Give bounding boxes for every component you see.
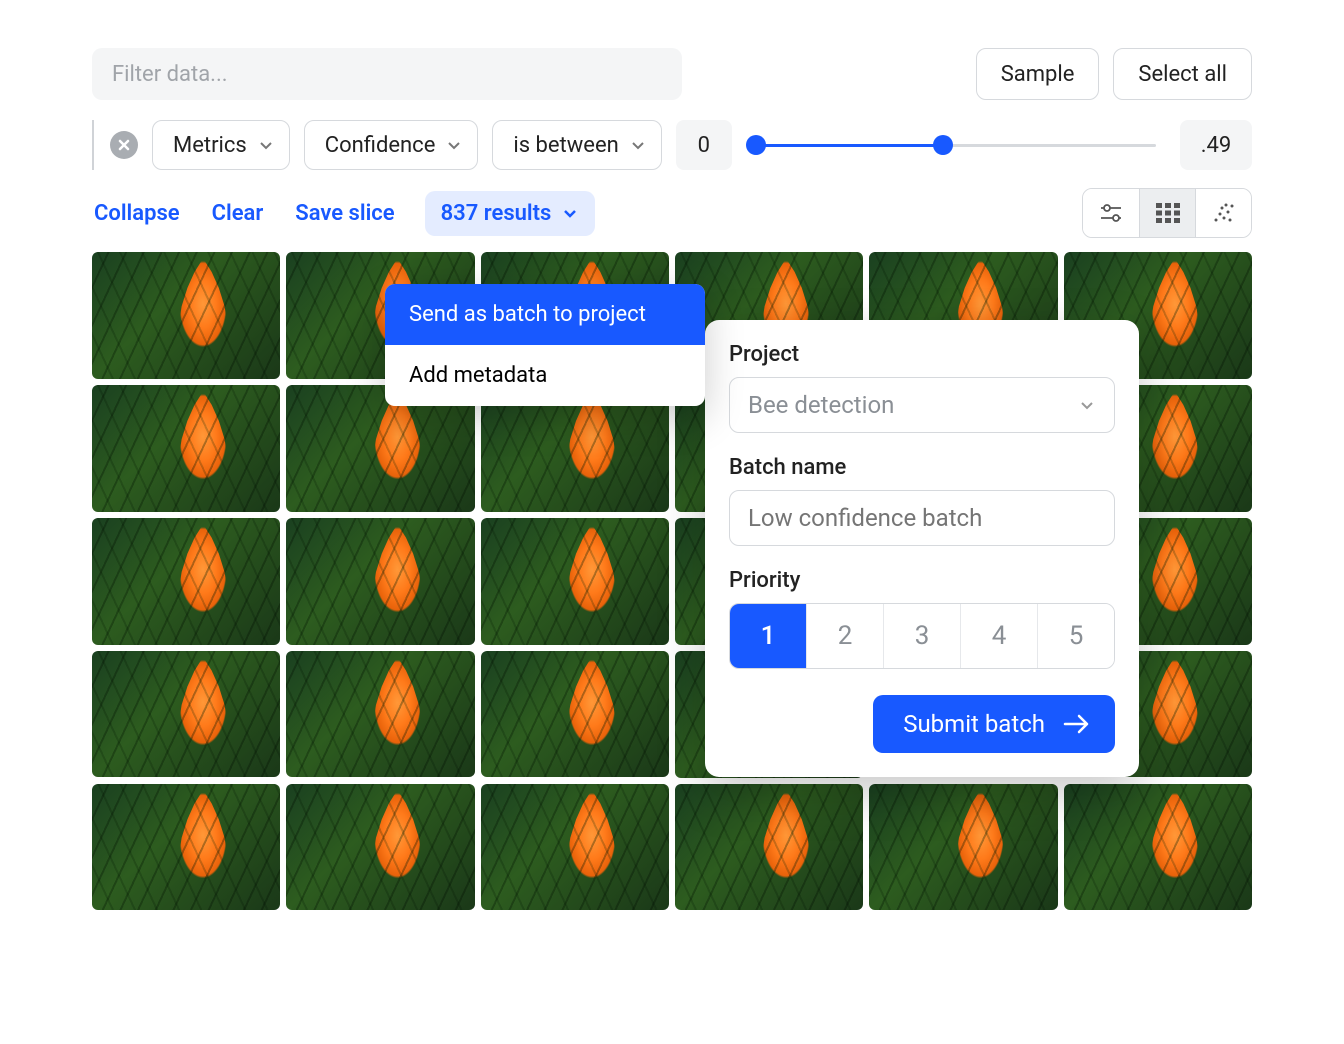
ctx-add-metadata[interactable]: Add metadata: [385, 345, 705, 406]
submit-label: Submit batch: [903, 710, 1045, 738]
submit-batch-button[interactable]: Submit batch: [873, 695, 1115, 753]
top-row: Sample Select all: [92, 48, 1252, 100]
batch-name-input[interactable]: [729, 490, 1115, 546]
chevron-down-icon: [561, 204, 579, 222]
confidence-label: Confidence: [325, 133, 436, 158]
action-row: Collapse Clear Save slice 837 results: [92, 188, 1252, 238]
clear-filter-icon[interactable]: [110, 131, 138, 159]
app-container: Sample Select all Metrics Confidence is …: [48, 20, 1296, 972]
grid-thumbnail[interactable]: [481, 784, 669, 911]
collapse-button[interactable]: Collapse: [92, 193, 182, 234]
save-slice-button[interactable]: Save slice: [293, 193, 396, 234]
metrics-label: Metrics: [173, 133, 247, 158]
ctx-send-batch[interactable]: Send as batch to project: [385, 284, 705, 345]
chevron-down-icon: [445, 136, 463, 154]
grid-thumbnail[interactable]: [481, 651, 669, 778]
results-dropdown[interactable]: 837 results: [425, 191, 596, 236]
slider-fill: [756, 144, 949, 147]
grid-thumbnail[interactable]: [481, 518, 669, 645]
grid-thumbnail[interactable]: [286, 651, 474, 778]
operator-dropdown[interactable]: is between: [492, 120, 661, 170]
select-all-button[interactable]: Select all: [1113, 48, 1252, 100]
grid-thumbnail[interactable]: [286, 518, 474, 645]
grid-thumbnail[interactable]: [1064, 784, 1252, 911]
confidence-dropdown[interactable]: Confidence: [304, 120, 479, 170]
batch-name-label: Batch name: [729, 455, 1115, 480]
grid-thumbnail[interactable]: [92, 252, 280, 379]
sample-button[interactable]: Sample: [976, 48, 1100, 100]
grid-thumbnail[interactable]: [92, 651, 280, 778]
view-toggle-group: [1082, 188, 1252, 238]
priority-1[interactable]: 1: [730, 604, 806, 668]
metrics-dropdown[interactable]: Metrics: [152, 120, 290, 170]
slider-thumb-max[interactable]: [933, 135, 953, 155]
chevron-down-icon: [629, 136, 647, 154]
grid-thumbnail[interactable]: [675, 784, 863, 911]
arrow-right-icon: [1063, 713, 1091, 735]
slider-thumb-min[interactable]: [746, 135, 766, 155]
grid-thumbnail[interactable]: [92, 518, 280, 645]
priority-label: Priority: [729, 568, 1115, 593]
chevron-down-icon: [1078, 396, 1096, 414]
project-value: Bee detection: [748, 391, 894, 419]
scatter-icon: [1212, 202, 1236, 224]
grid-icon: [1156, 203, 1180, 223]
priority-4[interactable]: 4: [960, 604, 1037, 668]
grid-thumbnail[interactable]: [869, 784, 1057, 911]
context-menu: Send as batch to project Add metadata: [385, 284, 705, 406]
range-max-input[interactable]: [1180, 120, 1252, 170]
grid-thumbnail[interactable]: [286, 784, 474, 911]
sliders-view-button[interactable]: [1083, 189, 1139, 237]
project-label: Project: [729, 342, 1115, 367]
grid-thumbnail[interactable]: [92, 784, 280, 911]
sliders-icon: [1098, 202, 1124, 224]
range-min-input[interactable]: [676, 120, 732, 170]
clear-button[interactable]: Clear: [210, 193, 266, 234]
priority-2[interactable]: 2: [806, 604, 883, 668]
results-count: 837 results: [441, 201, 552, 226]
project-select[interactable]: Bee detection: [729, 377, 1115, 433]
grid-view-button[interactable]: [1139, 189, 1195, 237]
range-slider[interactable]: [746, 120, 1166, 170]
scatter-view-button[interactable]: [1195, 189, 1251, 237]
grid-thumbnail[interactable]: [92, 385, 280, 512]
filter-input[interactable]: [92, 48, 682, 100]
chevron-down-icon: [257, 136, 275, 154]
priority-3[interactable]: 3: [883, 604, 960, 668]
priority-5[interactable]: 5: [1037, 604, 1114, 668]
operator-label: is between: [513, 133, 618, 158]
batch-panel: Project Bee detection Batch name Priorit…: [705, 320, 1139, 777]
filter-row: Metrics Confidence is between: [92, 120, 1252, 170]
divider: [92, 120, 94, 170]
priority-segmented: 1 2 3 4 5: [729, 603, 1115, 669]
